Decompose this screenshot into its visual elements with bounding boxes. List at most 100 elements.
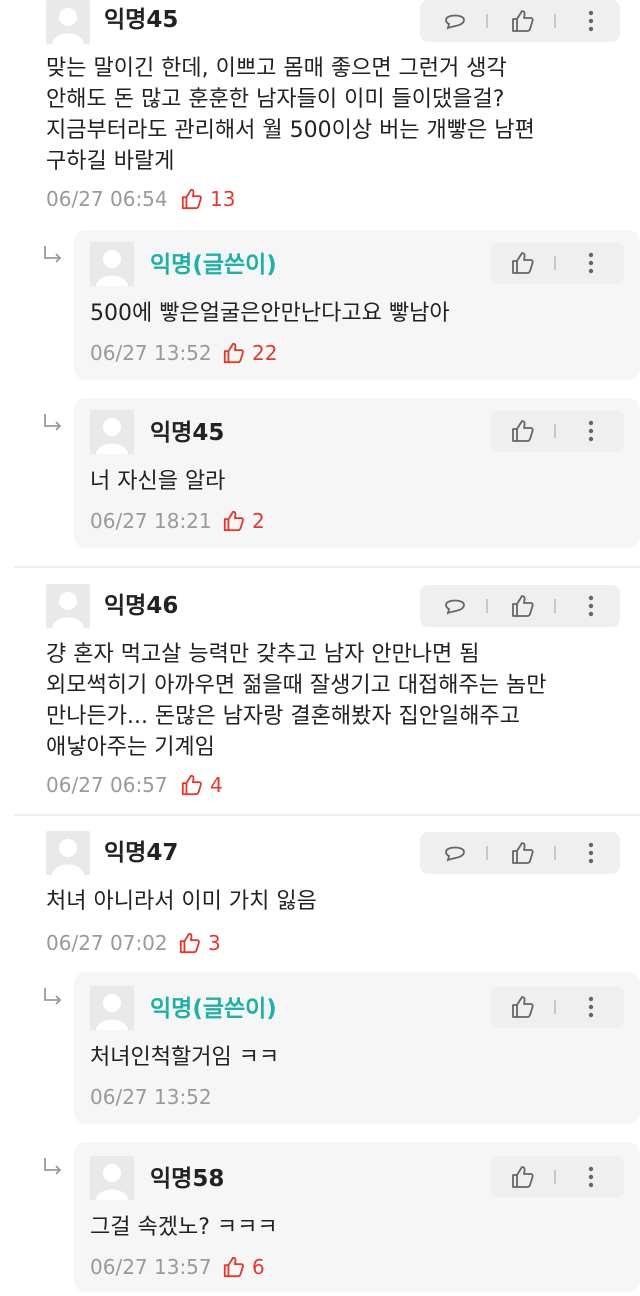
avatar [46,0,90,44]
comment-date: 06/27 06:54 [46,187,168,211]
reply-date: 06/27 13:57 [90,1255,212,1279]
reply-actions [490,242,624,284]
divider [554,424,556,438]
vertical-dots-icon[interactable] [578,250,604,276]
reply-arrow-icon [44,1158,62,1175]
reply-text: 500에 빻은얼굴은안만난다고요 빻남아 [90,301,450,326]
reply-date: 06/27 18:21 [90,509,212,533]
comment-text-line: 안해도 돈 많고 훈훈한 남자들이 이미 들이댔을걸? [46,87,505,112]
like-count[interactable]: 13 [180,186,260,212]
avatar [90,986,134,1030]
comment-text-line: 처녀 아니라서 이미 가치 잃음 [46,889,317,914]
avatar [46,584,90,628]
comment-actions [420,0,620,42]
like-count[interactable]: 2 [222,508,302,534]
reply: 익명(글쓴이) 처녀인척할거임 ㅋㅋ 06/27 13:52 [74,972,640,1124]
avatar-icon [96,1164,128,1200]
thumbs-up-icon [181,774,202,796]
thumbs-up-icon[interactable] [510,250,536,276]
like-count-value: 22 [252,341,278,365]
avatar-icon [52,839,84,875]
thumbs-up-icon[interactable] [510,1164,536,1190]
like-count-value: 13 [210,187,236,211]
like-count-value: 6 [252,1255,265,1279]
reply-arrow-icon [44,414,62,431]
thumbs-up-icon[interactable] [510,8,536,34]
divider [486,599,488,613]
like-count-value: 2 [252,509,265,533]
speech-bubble-icon[interactable] [442,8,468,34]
reply-date: 06/27 13:52 [90,341,212,365]
divider [14,814,640,816]
divider [554,14,556,28]
reply-arrow-icon [44,246,62,263]
comment-text-line: 맞는 말이긴 한데, 이쁘고 몸매 좋으면 그런거 생각 [46,56,507,81]
vertical-dots-icon[interactable] [578,418,604,444]
comment-author: 익명45 [104,7,179,33]
comment-text-line: 구하길 바랄게 [46,149,175,174]
comment-date: 06/27 06:57 [46,773,168,797]
like-count-value: 4 [210,773,223,797]
reply-author: 익명45 [150,420,225,446]
comment-date: 06/27 07:02 [46,931,168,955]
vertical-dots-icon[interactable] [578,593,604,619]
reply-author: 익명58 [150,1166,225,1192]
comment-actions [420,585,620,627]
like-count[interactable]: 3 [178,930,258,956]
comment-text-line: 만나든가... 돈많은 남자랑 결혼해봤자 집안일해주고 [46,704,520,729]
comment-actions [420,832,620,874]
avatar [90,242,134,286]
divider [14,566,640,568]
reply-arrow-icon [44,988,62,1005]
reply-author: 익명(글쓴이) [150,252,277,278]
thumbs-up-icon [181,188,202,210]
speech-bubble-icon[interactable] [442,593,468,619]
vertical-dots-icon[interactable] [578,8,604,34]
avatar-icon [96,994,128,1030]
reply: 익명(글쓴이) 500에 빻은얼굴은안만난다고요 빻남아 06/27 13:52… [74,230,640,380]
reply-actions [490,986,624,1028]
avatar-icon [96,250,128,286]
reply-author: 익명(글쓴이) [150,996,277,1022]
comment-text-line: 애낳아주는 기계임 [46,735,215,760]
vertical-dots-icon[interactable] [578,1164,604,1190]
divider [486,846,488,860]
divider [554,256,556,270]
thumbs-up-icon [223,510,244,532]
thumbs-up-icon[interactable] [510,840,536,866]
avatar-icon [52,8,84,44]
thumbs-up-icon[interactable] [510,593,536,619]
comment-author: 익명46 [104,593,179,619]
reply-text: 너 자신을 알라 [90,469,226,494]
comment-author: 익명47 [104,840,179,866]
comment-text-line: 지금부터라도 관리해서 월 500이상 버는 개빻은 남편 [46,118,535,143]
vertical-dots-icon[interactable] [578,840,604,866]
speech-bubble-icon[interactable] [442,840,468,866]
thumbs-up-icon [223,342,244,364]
divider [554,1170,556,1184]
reply-date: 06/27 13:52 [90,1085,212,1109]
like-count[interactable]: 4 [180,772,260,798]
like-count[interactable]: 22 [222,340,302,366]
divider [554,1000,556,1014]
vertical-dots-icon[interactable] [578,994,604,1020]
avatar [90,1156,134,1200]
reply-actions [490,410,624,452]
thumbs-up-icon[interactable] [510,418,536,444]
avatar [90,410,134,454]
reply-text: 처녀인척할거임 ㅋㅋ [90,1045,280,1070]
divider [554,846,556,860]
like-count-value: 3 [208,931,221,955]
reply-text: 그걸 속겠노? ㅋㅋㅋ [90,1215,278,1240]
like-count[interactable]: 6 [222,1254,302,1280]
divider [486,14,488,28]
thumbs-up-icon[interactable] [510,994,536,1020]
comment-text-line: 걍 혼자 먹고살 능력만 갖추고 남자 안만나면 됨 [46,642,480,667]
avatar-icon [52,592,84,628]
thumbs-up-icon [223,1256,244,1278]
divider [554,599,556,613]
reply-actions [490,1156,624,1198]
comment-text-line: 외모썩히기 아까우면 젊을때 잘생기고 대접해주는 놈만 [46,673,547,698]
avatar [46,831,90,875]
avatar-icon [96,418,128,454]
